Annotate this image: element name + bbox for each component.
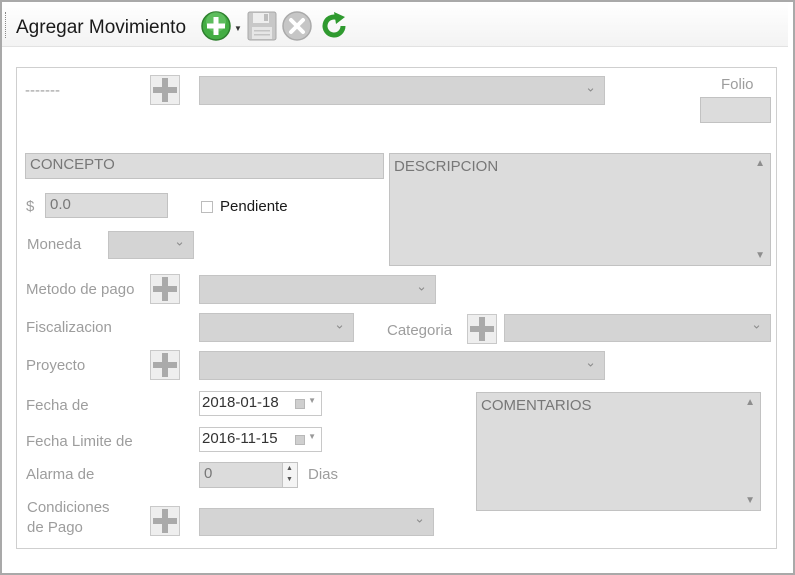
condiciones-label-line2: de Pago xyxy=(27,519,83,536)
alarma-label: Alarma de xyxy=(26,466,95,483)
condiciones-label-line1: Condiciones xyxy=(27,499,110,516)
fiscalizacion-dropdown[interactable] xyxy=(199,313,354,342)
dias-label: Dias xyxy=(308,466,339,483)
window-frame: Agregar Movimiento ▼ ------- ⌄ Folio CON… xyxy=(0,0,795,575)
scroll-down-icon[interactable]: ▼ xyxy=(755,250,765,261)
selector-dropdown[interactable] xyxy=(199,76,605,105)
calendar-icon[interactable] xyxy=(295,399,305,409)
alarma-stepper[interactable]: 0 ▲ ▼ xyxy=(199,462,298,488)
descripcion-textarea[interactable]: DESCRIPCION ▲ ▼ xyxy=(389,153,771,266)
categoria-dropdown[interactable] xyxy=(504,314,771,342)
condiciones-pago-dropdown[interactable] xyxy=(199,508,434,536)
stepper-buttons[interactable]: ▲ ▼ xyxy=(282,463,297,487)
calendar-dropdown-icon[interactable]: ▼ xyxy=(308,396,316,405)
plus-circle-icon xyxy=(201,11,231,41)
moneda-label: Moneda xyxy=(27,236,82,253)
pendiente-label: Pendiente xyxy=(220,198,288,215)
fecha-label: Fecha de xyxy=(26,397,89,414)
fecha-limite-date-picker[interactable]: 2016-11-15 ▼ xyxy=(199,427,322,452)
refresh-button[interactable] xyxy=(318,10,350,42)
fecha-value: 2018-01-18 xyxy=(202,394,279,411)
add-condiciones-button[interactable] xyxy=(150,506,180,536)
add-dropdown-arrow-icon[interactable]: ▼ xyxy=(234,24,242,33)
add-selector-button[interactable] xyxy=(150,75,180,105)
fiscalizacion-label: Fiscalizacion xyxy=(26,319,112,336)
currency-symbol: $ xyxy=(26,198,35,215)
metodo-pago-label: Metodo de pago xyxy=(26,281,135,298)
toolbar: Agregar Movimiento ▼ xyxy=(2,2,788,47)
toolbar-grip[interactable] xyxy=(5,12,7,38)
calendar-dropdown-icon[interactable]: ▼ xyxy=(308,432,316,441)
x-circle-icon xyxy=(282,11,312,41)
comentarios-placeholder: COMENTARIOS xyxy=(481,397,592,414)
fecha-limite-value: 2016-11-15 xyxy=(202,430,278,447)
scroll-up-icon[interactable]: ▲ xyxy=(755,158,765,169)
stepper-up-icon[interactable]: ▲ xyxy=(286,465,293,472)
scroll-down-icon[interactable]: ▼ xyxy=(745,495,755,506)
descripcion-placeholder: DESCRIPCION xyxy=(394,158,499,175)
scroll-up-icon[interactable]: ▲ xyxy=(745,397,755,408)
amount-field[interactable]: 0.0 xyxy=(45,193,168,218)
fecha-limite-label: Fecha Limite de xyxy=(26,433,133,450)
toolbar-title: Agregar Movimiento xyxy=(16,17,187,38)
folio-label: Folio xyxy=(721,76,754,93)
proyecto-dropdown[interactable] xyxy=(199,351,605,380)
concepto-field[interactable]: CONCEPTO xyxy=(25,153,384,179)
fecha-date-picker[interactable]: 2018-01-18 ▼ xyxy=(199,391,322,416)
categoria-label: Categoria xyxy=(387,322,453,339)
alarma-value: 0 xyxy=(204,465,213,482)
comentarios-textarea[interactable]: COMENTARIOS ▲ ▼ xyxy=(476,392,761,511)
stepper-down-icon[interactable]: ▼ xyxy=(286,476,293,483)
moneda-dropdown[interactable] xyxy=(108,231,194,259)
proyecto-label: Proyecto xyxy=(26,357,86,374)
cancel-button[interactable] xyxy=(281,10,313,42)
add-metodo-pago-button[interactable] xyxy=(150,274,180,304)
floppy-disk-icon xyxy=(247,11,277,41)
folio-field[interactable] xyxy=(700,97,771,123)
selector-label: ------- xyxy=(25,82,60,99)
add-proyecto-button[interactable] xyxy=(150,350,180,380)
metodo-pago-dropdown[interactable] xyxy=(199,275,436,304)
add-button[interactable] xyxy=(200,10,232,42)
refresh-icon xyxy=(322,12,346,38)
save-button[interactable] xyxy=(246,10,278,42)
calendar-icon[interactable] xyxy=(295,435,305,445)
pendiente-checkbox[interactable] xyxy=(201,201,213,213)
add-categoria-button[interactable] xyxy=(467,314,497,344)
